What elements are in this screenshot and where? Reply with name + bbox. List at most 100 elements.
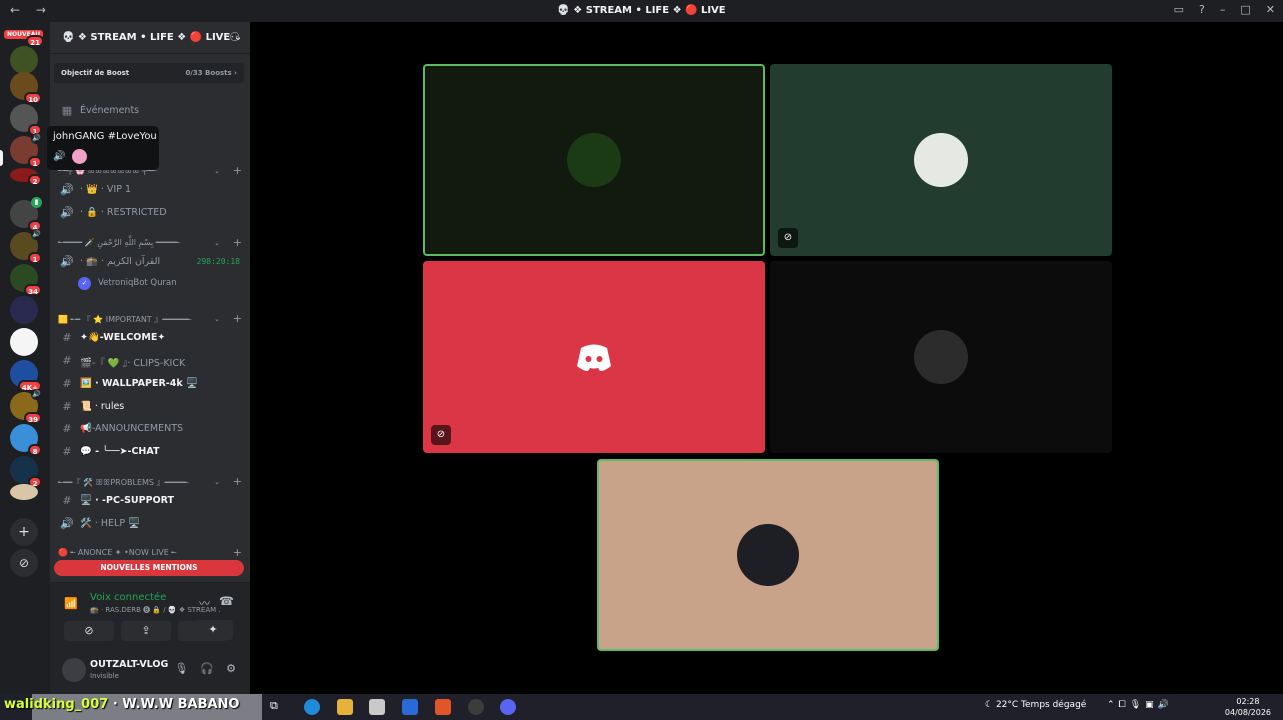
new-mentions-button[interactable]: NOUVELLES MENTIONS	[54, 560, 244, 576]
server-name: 💀 ❖ STREAM • LIFE ❖ 🔴 LIVE ⌄	[62, 32, 243, 43]
microphone-icon[interactable]: 🎙	[174, 662, 188, 675]
video-off-icon: ⊘	[431, 425, 451, 445]
server-icon[interactable]: 🔊 1	[10, 133, 42, 168]
obs-icon[interactable]	[468, 699, 484, 715]
text-channel[interactable]: ▶ # ✦👋-WELCOME✦	[58, 328, 246, 348]
unread-badge: 21	[26, 35, 44, 47]
voice-channel-active[interactable]: 🔊 · 🕋 · القرآن الكريم 298:20:18	[58, 252, 246, 272]
category-header[interactable]: ╾━━━━ 🗡️ بِسْمِ اللَّهِ الرَّحْمَنِ ━━━━…	[58, 236, 244, 252]
mail-icon[interactable]	[402, 699, 418, 715]
camera-toggle-button[interactable]: ⊘	[64, 621, 114, 641]
voice-member[interactable]: ✓ VetroniqBot Quran	[78, 276, 238, 292]
discord-logo-icon	[567, 330, 621, 384]
add-channel-icon[interactable]: +	[233, 546, 242, 559]
server-icon[interactable]: 2	[10, 456, 42, 488]
add-channel-icon[interactable]: +	[233, 164, 242, 177]
server-icon[interactable]: 2	[10, 168, 42, 186]
unread-badge: 10	[24, 92, 42, 104]
server-icon[interactable]: 34	[10, 264, 42, 296]
invite-icon[interactable]: ⚇	[229, 30, 240, 44]
text-channel[interactable]: ▶ # 🖼️ · WALLPAPER-4k 🖥️	[58, 374, 246, 394]
minimize-button[interactable]: –	[1220, 3, 1226, 16]
clock[interactable]: 02:28 04/08/2026	[1225, 696, 1271, 718]
calendar-icon: ▦	[61, 104, 73, 117]
tooltip-title: johnGANG #LoveYou	[53, 131, 157, 142]
server-icon[interactable]	[10, 328, 38, 356]
help-icon[interactable]: ?	[1199, 3, 1205, 16]
add-server-icon[interactable]: +	[10, 518, 38, 546]
add-channel-icon[interactable]: +	[233, 236, 242, 249]
events-item[interactable]: ▦ Événements	[58, 101, 246, 121]
server-icon[interactable]: 21	[10, 35, 44, 74]
server-icon[interactable]: ▮ 4	[10, 197, 42, 232]
add-channel-icon[interactable]: +	[233, 312, 242, 325]
noise-suppression-icon[interactable]: 〰	[199, 595, 210, 611]
speaker-icon: 🔊	[60, 206, 74, 219]
voice-channel[interactable]: 🔊 🛠️ · HELP 🖥️	[58, 514, 246, 534]
maximize-button[interactable]: □	[1240, 3, 1250, 16]
file-explorer-icon[interactable]	[337, 699, 353, 715]
task-view-icon[interactable]: ⧉	[270, 699, 286, 715]
server-header[interactable]: 💀 ❖ STREAM • LIFE ❖ 🔴 LIVE ⌄ ⚇	[50, 22, 250, 54]
text-channel[interactable]: ▶ # 🖥️ · -PC-SUPPORT	[58, 491, 246, 511]
gear-icon[interactable]: ⚙	[226, 662, 236, 675]
speaker-icon: 🔊	[60, 255, 74, 268]
server-icon[interactable]: 🔊 1	[10, 229, 42, 264]
weather-widget[interactable]: ☾ 22°C Temps dégagé	[985, 700, 1086, 710]
screen-share-button[interactable]: ⇪	[121, 621, 171, 641]
disconnect-icon[interactable]: ☎	[219, 594, 234, 608]
boost-count: 0/33 Boosts ›	[185, 69, 237, 77]
headphones-icon[interactable]: 🎧	[200, 662, 214, 675]
chevron-down-icon: ⌄	[214, 478, 220, 486]
discord-icon[interactable]	[500, 699, 516, 715]
unread-badge: 2	[28, 174, 42, 186]
unread-badge: 8	[28, 444, 42, 456]
time: 02:28	[1236, 697, 1260, 706]
system-tray[interactable]: ⌃⧠🎙▣🔊	[1107, 700, 1173, 710]
server-icon[interactable]	[10, 296, 38, 324]
video-tile[interactable]	[770, 261, 1112, 453]
soundboard-icon: ✦	[208, 623, 218, 636]
text-channel[interactable]: ▶ # 📜 · rules	[58, 397, 246, 417]
voice-channel[interactable]: 🔊 · 👑 · VIP 1	[58, 180, 246, 200]
hash-icon: #	[62, 445, 72, 458]
voice-channel[interactable]: 🔊 · 🔒 · RESTRICTED	[58, 203, 246, 223]
category-header[interactable]: 🟨 ╾━ 『 ⭐ IMPORTANT 』━━━━━╾ ⌄ +	[58, 312, 244, 328]
category-header[interactable]: ╾━━『 🛠️ ꕥꕥPROBLEMS 』━━━━╾ ⌄ +	[58, 475, 244, 491]
avatar[interactable]	[62, 658, 86, 682]
brave-icon[interactable]	[435, 699, 451, 715]
server-rail: NOUVEAU 21 10 1 🔊 1 2 ▮ 4 🔊 1 34 4K+ 🔊 39 8 …	[0, 22, 50, 694]
server-icon[interactable]	[10, 484, 38, 500]
username[interactable]: OUTZALT-VLOG	[90, 659, 168, 670]
edge-icon[interactable]	[304, 699, 320, 715]
server-icon[interactable]: 8	[10, 424, 42, 456]
inbox-icon[interactable]: ▭	[1174, 3, 1184, 16]
voice-timer: 298:20:18	[196, 257, 240, 266]
server-icon[interactable]: 10	[10, 72, 42, 104]
video-tile[interactable]: ⊘	[770, 64, 1112, 256]
title-bar: ← → 💀 ❖ STREAM • LIFE ❖ 🔴 LIVE ▭ ? – □ ✕	[0, 0, 1283, 22]
unread-badge: 39	[24, 412, 42, 424]
voice-status[interactable]: Voix connectée	[90, 592, 166, 603]
add-channel-icon[interactable]: +	[233, 475, 242, 488]
verified-bot-icon: ✓	[78, 277, 91, 290]
server-icon[interactable]: 1	[10, 104, 42, 136]
discover-icon[interactable]: ⊘	[10, 549, 38, 577]
video-tile[interactable]: ⊘	[423, 261, 765, 453]
text-channel[interactable]: # 🎬-『 💚 』· CLIPS-KICK	[58, 351, 246, 371]
server-icon[interactable]: 4K+	[10, 360, 42, 392]
server-icon[interactable]: 🔊 39	[10, 389, 42, 424]
signal-icon[interactable]: 📶	[64, 597, 78, 610]
video-tile[interactable]	[597, 459, 939, 651]
boost-goal[interactable]: Objectif de Boost 0/33 Boosts ›	[54, 63, 244, 83]
hash-icon: #	[62, 494, 72, 507]
text-channel[interactable]: # 📢-ANNOUNCEMENTS	[58, 419, 246, 439]
store-icon[interactable]	[369, 699, 385, 715]
chevron-down-icon: ⌄	[214, 239, 220, 247]
video-tile[interactable]	[423, 64, 765, 256]
close-button[interactable]: ✕	[1266, 3, 1275, 16]
text-channel[interactable]: ▶ # 💬 - ╰──➤-CHAT	[58, 442, 246, 462]
participant-avatar	[914, 133, 968, 187]
soundboard-button[interactable]: ✦	[193, 620, 233, 640]
user-controls: 🎙 🎧 ⚙	[174, 662, 236, 675]
